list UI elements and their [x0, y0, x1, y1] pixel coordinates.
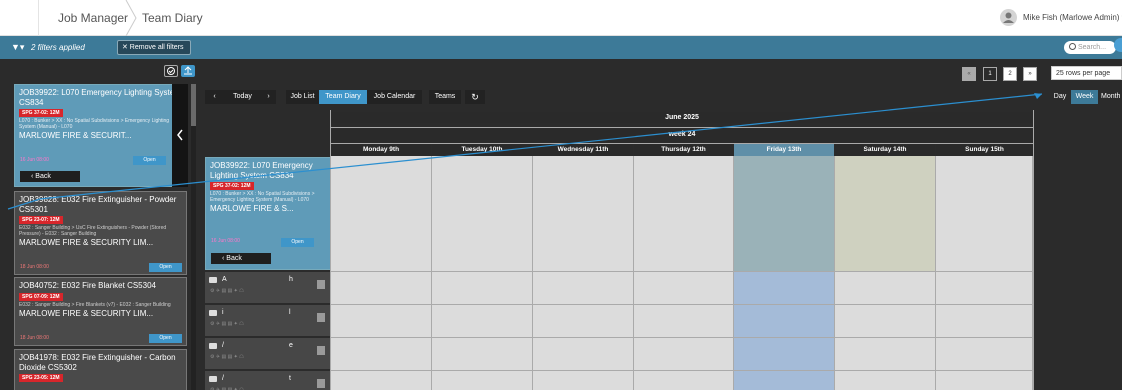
annotation-arrow	[7, 93, 1043, 210]
